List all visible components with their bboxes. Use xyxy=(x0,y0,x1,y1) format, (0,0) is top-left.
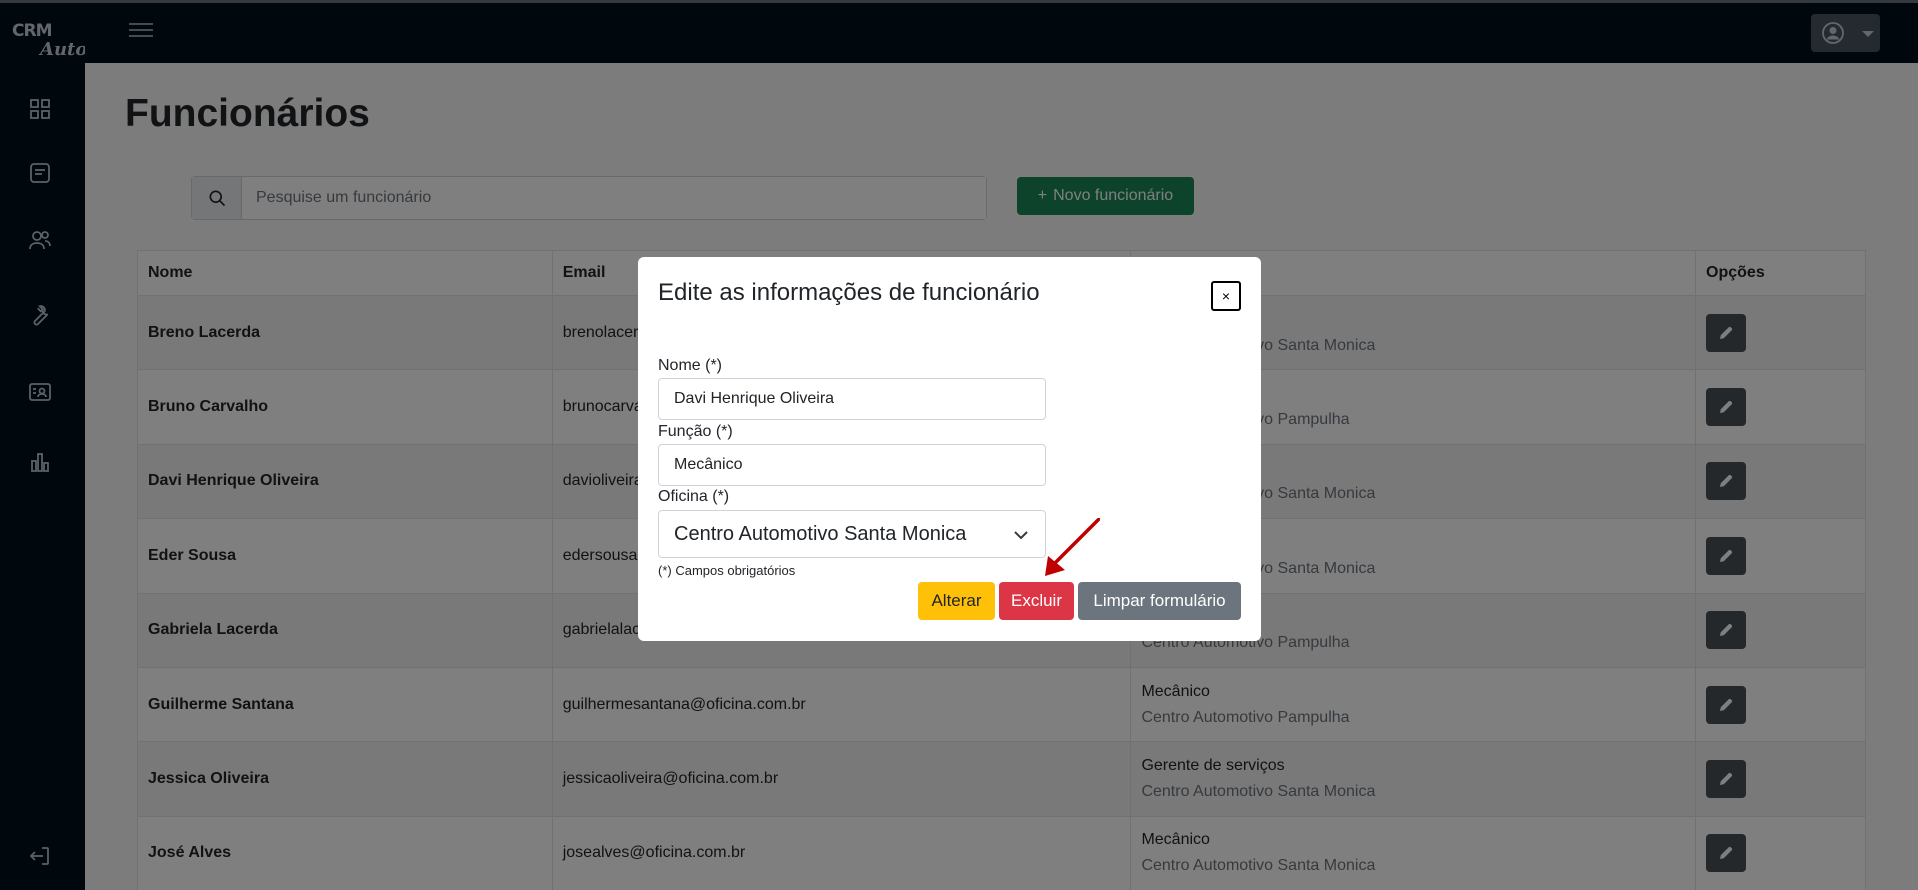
delete-button[interactable]: Excluir xyxy=(999,582,1074,620)
shop-select-value: Centro Automotivo Santa Monica xyxy=(674,522,967,545)
shop-select[interactable]: Centro Automotivo Santa Monica xyxy=(658,510,1046,558)
name-label: Nome (*) xyxy=(658,357,723,374)
required-fields-note: (*) Campos obrigatórios xyxy=(658,563,796,578)
role-field[interactable] xyxy=(658,444,1046,486)
role-label: Função (*) xyxy=(658,423,733,440)
update-button[interactable]: Alterar xyxy=(918,582,995,620)
modal-title: Edite as informações de funcionário xyxy=(658,279,1040,306)
clear-form-button[interactable]: Limpar formulário xyxy=(1078,582,1241,620)
shop-label: Oficina (*) xyxy=(658,488,730,505)
name-field[interactable] xyxy=(658,378,1046,420)
annotation-arrow-icon xyxy=(1045,518,1100,576)
close-icon: × xyxy=(1221,288,1231,304)
close-button[interactable]: × xyxy=(1211,281,1241,311)
edit-employee-modal: Edite as informações de funcionário × No… xyxy=(638,257,1261,641)
chevron-down-icon xyxy=(1014,531,1028,540)
